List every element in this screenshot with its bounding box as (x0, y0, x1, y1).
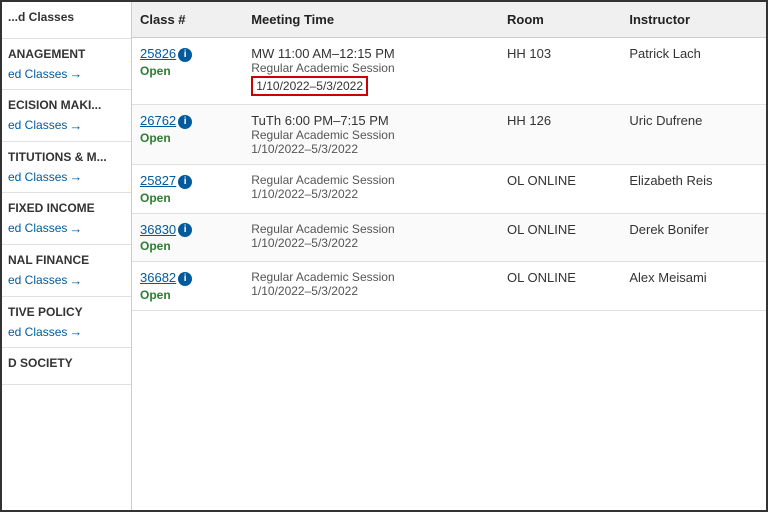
session-type: Regular Academic Session (251, 173, 491, 187)
date-range: 1/10/2022–5/3/2022 (251, 236, 491, 250)
page-container: ...d Classes ANAGEMENT ed Classes → ECIS… (2, 2, 766, 510)
enrolled-link-text-7: ed Classes (8, 325, 67, 339)
enrolled-link-text-4: ed Classes (8, 170, 67, 184)
meeting-cell-3: Regular Academic Session1/10/2022–5/3/20… (243, 213, 499, 262)
session-type: Regular Academic Session (251, 270, 491, 284)
enrolled-link-6[interactable]: ed Classes → (8, 273, 125, 288)
arrow-icon-6: → (69, 273, 82, 288)
class-cell-2: 25827i Open (132, 165, 243, 214)
arrow-icon-4: → (69, 169, 82, 184)
table-row: 36830i Open Regular Academic Session1/10/2… (132, 213, 766, 262)
class-number-link[interactable]: 25826 (140, 46, 176, 61)
status-badge: Open (140, 131, 235, 145)
instructor-cell-2: Elizabeth Reis (621, 165, 766, 214)
info-icon[interactable]: i (178, 48, 192, 62)
room-cell-0: HH 103 (499, 38, 621, 105)
status-badge: Open (140, 288, 235, 302)
course-title-7: TIVE POLICY (8, 305, 125, 321)
sidebar-section-8: D SOCIETY (2, 348, 131, 385)
meeting-cell-4: Regular Academic Session1/10/2022–5/3/20… (243, 262, 499, 311)
enrolled-link-text-5: ed Classes (8, 221, 67, 235)
main-content: Class # Meeting Time Room Instructor 258… (132, 2, 766, 510)
instructor-cell-4: Alex Meisami (621, 262, 766, 311)
sidebar-section-7: TIVE POLICY ed Classes → (2, 297, 131, 349)
col-header-meeting: Meeting Time (243, 2, 499, 38)
arrow-icon-3: → (69, 118, 82, 133)
arrow-icon-5: → (69, 221, 82, 236)
course-title-3: ECISION MAKI... (8, 98, 125, 114)
status-badge: Open (140, 239, 235, 253)
class-number-link[interactable]: 36682 (140, 270, 176, 285)
info-icon[interactable]: i (178, 175, 192, 189)
info-icon[interactable]: i (178, 115, 192, 129)
session-type: Regular Academic Session (251, 61, 491, 75)
class-number-link[interactable]: 26762 (140, 113, 176, 128)
status-badge: Open (140, 64, 235, 78)
course-title-5: FIXED INCOME (8, 201, 125, 217)
room-cell-1: HH 126 (499, 105, 621, 165)
sidebar-section-2: ANAGEMENT ed Classes → (2, 39, 131, 91)
enrolled-link-text-6: ed Classes (8, 273, 67, 287)
table-row: 25827i Open Regular Academic Session1/10/2… (132, 165, 766, 214)
session-type: Regular Academic Session (251, 222, 491, 236)
meeting-cell-0: MW 11:00 AM–12:15 PMRegular Academic Ses… (243, 38, 499, 105)
meeting-cell-2: Regular Academic Session1/10/2022–5/3/20… (243, 165, 499, 214)
instructor-cell-1: Uric Dufrene (621, 105, 766, 165)
course-title-2: ANAGEMENT (8, 47, 125, 63)
instructor-cell-0: Patrick Lach (621, 38, 766, 105)
sidebar: ...d Classes ANAGEMENT ed Classes → ECIS… (2, 2, 132, 510)
enrolled-link-4[interactable]: ed Classes → (8, 169, 125, 184)
date-range: 1/10/2022–5/3/2022 (251, 284, 491, 298)
table-row: 26762i Open TuTh 6:00 PM–7:15 PMRegular Ac… (132, 105, 766, 165)
arrow-icon-2: → (69, 66, 82, 81)
info-icon[interactable]: i (178, 272, 192, 286)
course-title-8: D SOCIETY (8, 356, 125, 372)
class-cell-4: 36682i Open (132, 262, 243, 311)
sidebar-section-3: ECISION MAKI... ed Classes → (2, 90, 131, 142)
course-title-1: ...d Classes (8, 10, 125, 26)
room-cell-2: OL ONLINE (499, 165, 621, 214)
class-number-link[interactable]: 36830 (140, 222, 176, 237)
enrolled-link-text-3: ed Classes (8, 118, 67, 132)
status-badge: Open (140, 191, 235, 205)
class-cell-3: 36830i Open (132, 213, 243, 262)
meeting-time-line1: MW 11:00 AM–12:15 PM (251, 46, 491, 61)
enrolled-link-2[interactable]: ed Classes → (8, 66, 125, 81)
date-range: 1/10/2022–5/3/2022 (251, 142, 491, 156)
session-type: Regular Academic Session (251, 128, 491, 142)
class-number-link[interactable]: 25827 (140, 173, 176, 188)
meeting-time-line1: TuTh 6:00 PM–7:15 PM (251, 113, 491, 128)
class-cell-0: 25826i Open (132, 38, 243, 105)
info-icon[interactable]: i (178, 223, 192, 237)
instructor-cell-3: Derek Bonifer (621, 213, 766, 262)
class-cell-1: 26762i Open (132, 105, 243, 165)
sidebar-section-1: ...d Classes (2, 2, 131, 39)
room-cell-3: OL ONLINE (499, 213, 621, 262)
table-header-row: Class # Meeting Time Room Instructor (132, 2, 766, 38)
enrolled-link-text-2: ed Classes (8, 67, 67, 81)
room-cell-4: OL ONLINE (499, 262, 621, 311)
table-row: 36682i Open Regular Academic Session1/10/2… (132, 262, 766, 311)
classes-table: Class # Meeting Time Room Instructor 258… (132, 2, 766, 311)
meeting-cell-1: TuTh 6:00 PM–7:15 PMRegular Academic Ses… (243, 105, 499, 165)
arrow-icon-7: → (69, 324, 82, 339)
enrolled-link-3[interactable]: ed Classes → (8, 118, 125, 133)
enrolled-link-7[interactable]: ed Classes → (8, 324, 125, 339)
course-title-4: TITUTIONS & M... (8, 150, 125, 166)
sidebar-section-4: TITUTIONS & M... ed Classes → (2, 142, 131, 194)
date-range: 1/10/2022–5/3/2022 (251, 187, 491, 201)
sidebar-section-5: FIXED INCOME ed Classes → (2, 193, 131, 245)
course-title-6: NAL FINANCE (8, 253, 125, 269)
col-header-instructor: Instructor (621, 2, 766, 38)
date-range-highlighted: 1/10/2022–5/3/2022 (251, 76, 368, 96)
col-header-class: Class # (132, 2, 243, 38)
sidebar-section-6: NAL FINANCE ed Classes → (2, 245, 131, 297)
col-header-room: Room (499, 2, 621, 38)
table-row: 25826i Open MW 11:00 AM–12:15 PMRegular Ac… (132, 38, 766, 105)
enrolled-link-5[interactable]: ed Classes → (8, 221, 125, 236)
